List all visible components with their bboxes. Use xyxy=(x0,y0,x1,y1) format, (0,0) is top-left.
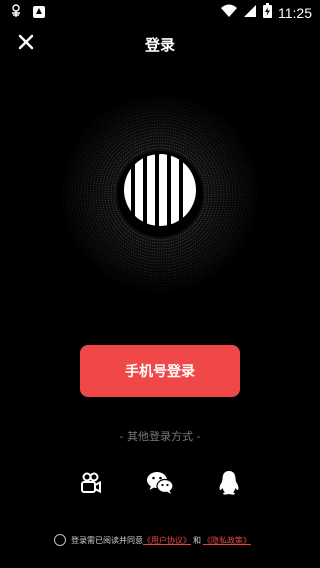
video-camera-icon xyxy=(79,471,103,499)
phone-login-button[interactable]: 手机号登录 xyxy=(80,345,240,397)
other-login-methods-label: - 其他登录方式 - xyxy=(119,430,201,443)
upload-icon xyxy=(32,4,46,23)
sound-wave-logo-icon xyxy=(60,94,260,294)
qq-icon xyxy=(218,470,240,500)
status-time: 11:25 xyxy=(278,4,312,21)
agreement-row: 登录需已阅读并同意 《用户协议》 和 《隐私政策》 xyxy=(54,532,251,548)
battery-charging-icon xyxy=(263,3,272,22)
qq-login-button[interactable] xyxy=(214,470,244,500)
social-login-row xyxy=(0,470,320,500)
app-logo xyxy=(60,94,260,294)
user-agreement-link[interactable]: 《用户协议》 xyxy=(143,535,191,546)
agreement-checkbox[interactable] xyxy=(54,534,66,546)
bug-icon xyxy=(8,3,24,23)
agreement-prefix: 登录需已阅读并同意 xyxy=(71,535,143,545)
header: 登录 xyxy=(0,24,320,64)
signal-icon xyxy=(243,3,257,22)
status-bar: 11:25 xyxy=(0,0,320,24)
agreement-conjunction: 和 xyxy=(193,535,201,545)
wechat-login-button[interactable] xyxy=(145,470,175,500)
page-title: 登录 xyxy=(144,36,175,54)
video-login-button[interactable] xyxy=(76,470,106,500)
wechat-icon xyxy=(146,471,174,499)
wifi-icon xyxy=(221,3,237,22)
privacy-policy-link[interactable]: 《隐私政策》 xyxy=(203,535,251,546)
